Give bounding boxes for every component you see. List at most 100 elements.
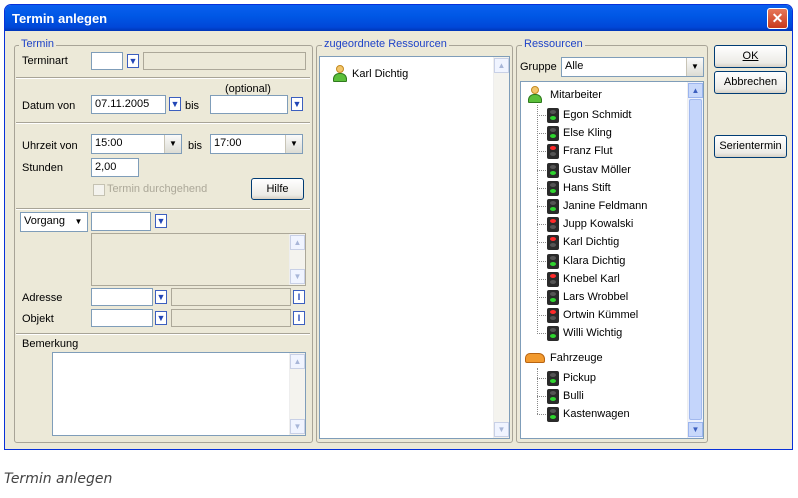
ok-button[interactable]: OK: [714, 45, 787, 68]
chevron-down-icon[interactable]: ▼: [686, 58, 703, 76]
tree-group-fahrzeuge[interactable]: Fahrzeuge: [525, 349, 685, 367]
traffic-light-red-icon: [547, 217, 559, 233]
resource-tree[interactable]: Mitarbeiter Egon Schmidt Else Kling Franz F…: [520, 81, 704, 439]
datum-bis-field[interactable]: [210, 95, 288, 114]
tree-item[interactable]: Knebel Karl: [533, 271, 683, 288]
scroll-up-icon[interactable]: ▲: [688, 83, 703, 98]
list-item[interactable]: Karl Dichtig: [326, 65, 486, 83]
objekt-picker-button[interactable]: ▼: [155, 311, 167, 325]
tree-item[interactable]: Pickup: [533, 370, 683, 387]
chevron-down-icon[interactable]: ▼: [285, 135, 302, 153]
tree-item[interactable]: Bulli: [533, 388, 683, 405]
durchgehend-checkbox[interactable]: [93, 184, 105, 196]
termin-legend: Termin: [19, 38, 57, 50]
datum-von-picker-button[interactable]: ▼: [169, 97, 181, 111]
bemerkung-textarea[interactable]: [52, 352, 306, 436]
scroll-down-icon[interactable]: ▼: [290, 419, 305, 434]
traffic-light-green-icon: [547, 388, 559, 404]
tree-item[interactable]: Franz Flut: [533, 143, 683, 160]
terminart-label: Terminart: [22, 55, 68, 67]
serientermin-button[interactable]: Serientermin: [714, 135, 787, 158]
tree-item[interactable]: Hans Stift: [533, 180, 683, 197]
tree-item[interactable]: Lars Wrobbel: [533, 289, 683, 306]
traffic-light-green-icon: [547, 199, 559, 214]
vorgang-description-box: ▲ ▼: [91, 233, 306, 286]
tree-vertical-line: [537, 105, 538, 334]
termin-separator-2: [16, 122, 310, 124]
tree-group-label: Fahrzeuge: [550, 351, 603, 364]
uhrzeit-von-label: Uhrzeit von: [22, 140, 78, 152]
adresse-picker-button[interactable]: ▼: [155, 290, 167, 304]
chevron-down-icon[interactable]: ▼: [164, 135, 181, 153]
objekt-description-field: [171, 309, 291, 327]
tree-item[interactable]: Willi Wichtig: [533, 325, 683, 342]
tree-item[interactable]: Karl Dichtig: [533, 234, 683, 251]
scroll-up-icon[interactable]: ▲: [494, 58, 509, 73]
scroll-thumb[interactable]: [689, 99, 702, 420]
adresse-open-button[interactable]: I: [293, 290, 305, 304]
close-button[interactable]: ✕: [767, 8, 788, 29]
scroll-down-icon[interactable]: ▼: [494, 422, 509, 437]
resources-legend: Ressourcen: [522, 38, 585, 50]
tree-connector: [537, 414, 546, 415]
vorgang-scrollbar[interactable]: ▲ ▼: [289, 234, 305, 285]
tree-item-label: Willi Wichtig: [563, 327, 623, 340]
scroll-down-icon[interactable]: ▼: [688, 422, 703, 437]
bemerkung-scrollbar[interactable]: ▲ ▼: [289, 353, 305, 435]
tree-item-label: Franz Flut: [563, 145, 613, 158]
terminart-field[interactable]: [91, 52, 123, 70]
scroll-up-icon[interactable]: ▲: [290, 354, 305, 369]
tree-group-mitarbeiter[interactable]: Mitarbeiter: [525, 86, 685, 104]
tree-connector: [537, 377, 546, 379]
traffic-light-red-icon: [547, 308, 559, 324]
tree-item[interactable]: Else Kling: [533, 125, 683, 142]
objekt-open-button[interactable]: I: [293, 311, 305, 325]
vorgang-select[interactable]: Vorgang ▼: [20, 212, 88, 232]
tree-connector: [537, 169, 546, 171]
adresse-label: Adresse: [22, 292, 63, 304]
tree-connector: [537, 333, 546, 335]
tree-vertical-line: [537, 367, 538, 415]
datum-bis-picker-button[interactable]: ▼: [291, 97, 303, 111]
adresse-field[interactable]: [91, 288, 153, 306]
stunden-field[interactable]: 2,00: [91, 158, 139, 177]
tree-connector: [537, 224, 546, 226]
person-icon: [332, 65, 348, 82]
tree-connector: [537, 133, 546, 135]
tree-item[interactable]: Kastenwagen: [533, 406, 683, 423]
title-bar[interactable]: Termin anlegen ✕: [5, 5, 792, 31]
tree-item[interactable]: Janine Feldmann: [533, 198, 683, 215]
resource-tree-scrollbar[interactable]: ▲ ▼: [687, 82, 703, 438]
gruppe-label: Gruppe: [520, 61, 557, 73]
vorgang-field[interactable]: [91, 212, 151, 231]
tree-item[interactable]: Jupp Kowalski: [533, 216, 683, 233]
traffic-light-green-icon: [547, 290, 559, 305]
bemerkung-label: Bemerkung: [22, 338, 79, 350]
termin-separator-3: [16, 208, 310, 210]
uhrzeit-von-select[interactable]: 15:00 ▼: [91, 134, 182, 154]
datum-von-field[interactable]: 07.11.2005: [91, 95, 166, 114]
tree-group-label: Mitarbeiter: [550, 89, 602, 101]
vorgang-picker-button[interactable]: ▼: [155, 214, 167, 228]
objekt-field[interactable]: [91, 309, 153, 327]
window-title: Termin anlegen: [12, 11, 108, 26]
tree-item[interactable]: Egon Schmidt: [533, 107, 683, 124]
assigned-scrollbar[interactable]: ▲ ▼: [493, 57, 509, 438]
hilfe-button[interactable]: Hilfe: [251, 178, 304, 200]
tree-item[interactable]: Ortwin Kümmel: [533, 307, 683, 324]
uhrzeit-bis-select[interactable]: 17:00 ▼: [210, 134, 303, 154]
tree-item-label: Gustav Möller: [563, 163, 631, 176]
chevron-down-icon[interactable]: ▼: [70, 213, 87, 231]
assigned-list[interactable]: Karl Dichtig ▲ ▼: [319, 56, 510, 439]
traffic-light-red-icon: [547, 235, 559, 251]
abbrechen-button[interactable]: Abbrechen: [714, 71, 787, 94]
tree-item[interactable]: Klara Dichtig: [533, 253, 683, 270]
tree-connector: [537, 151, 546, 153]
traffic-light-green-icon: [547, 180, 559, 196]
scroll-up-icon[interactable]: ▲: [290, 235, 305, 250]
tree-connector: [537, 206, 546, 207]
terminart-picker-button[interactable]: ▼: [127, 54, 139, 68]
scroll-down-icon[interactable]: ▼: [290, 269, 305, 284]
gruppe-select[interactable]: Alle ▼: [561, 57, 704, 77]
tree-item[interactable]: Gustav Möller: [533, 162, 683, 179]
